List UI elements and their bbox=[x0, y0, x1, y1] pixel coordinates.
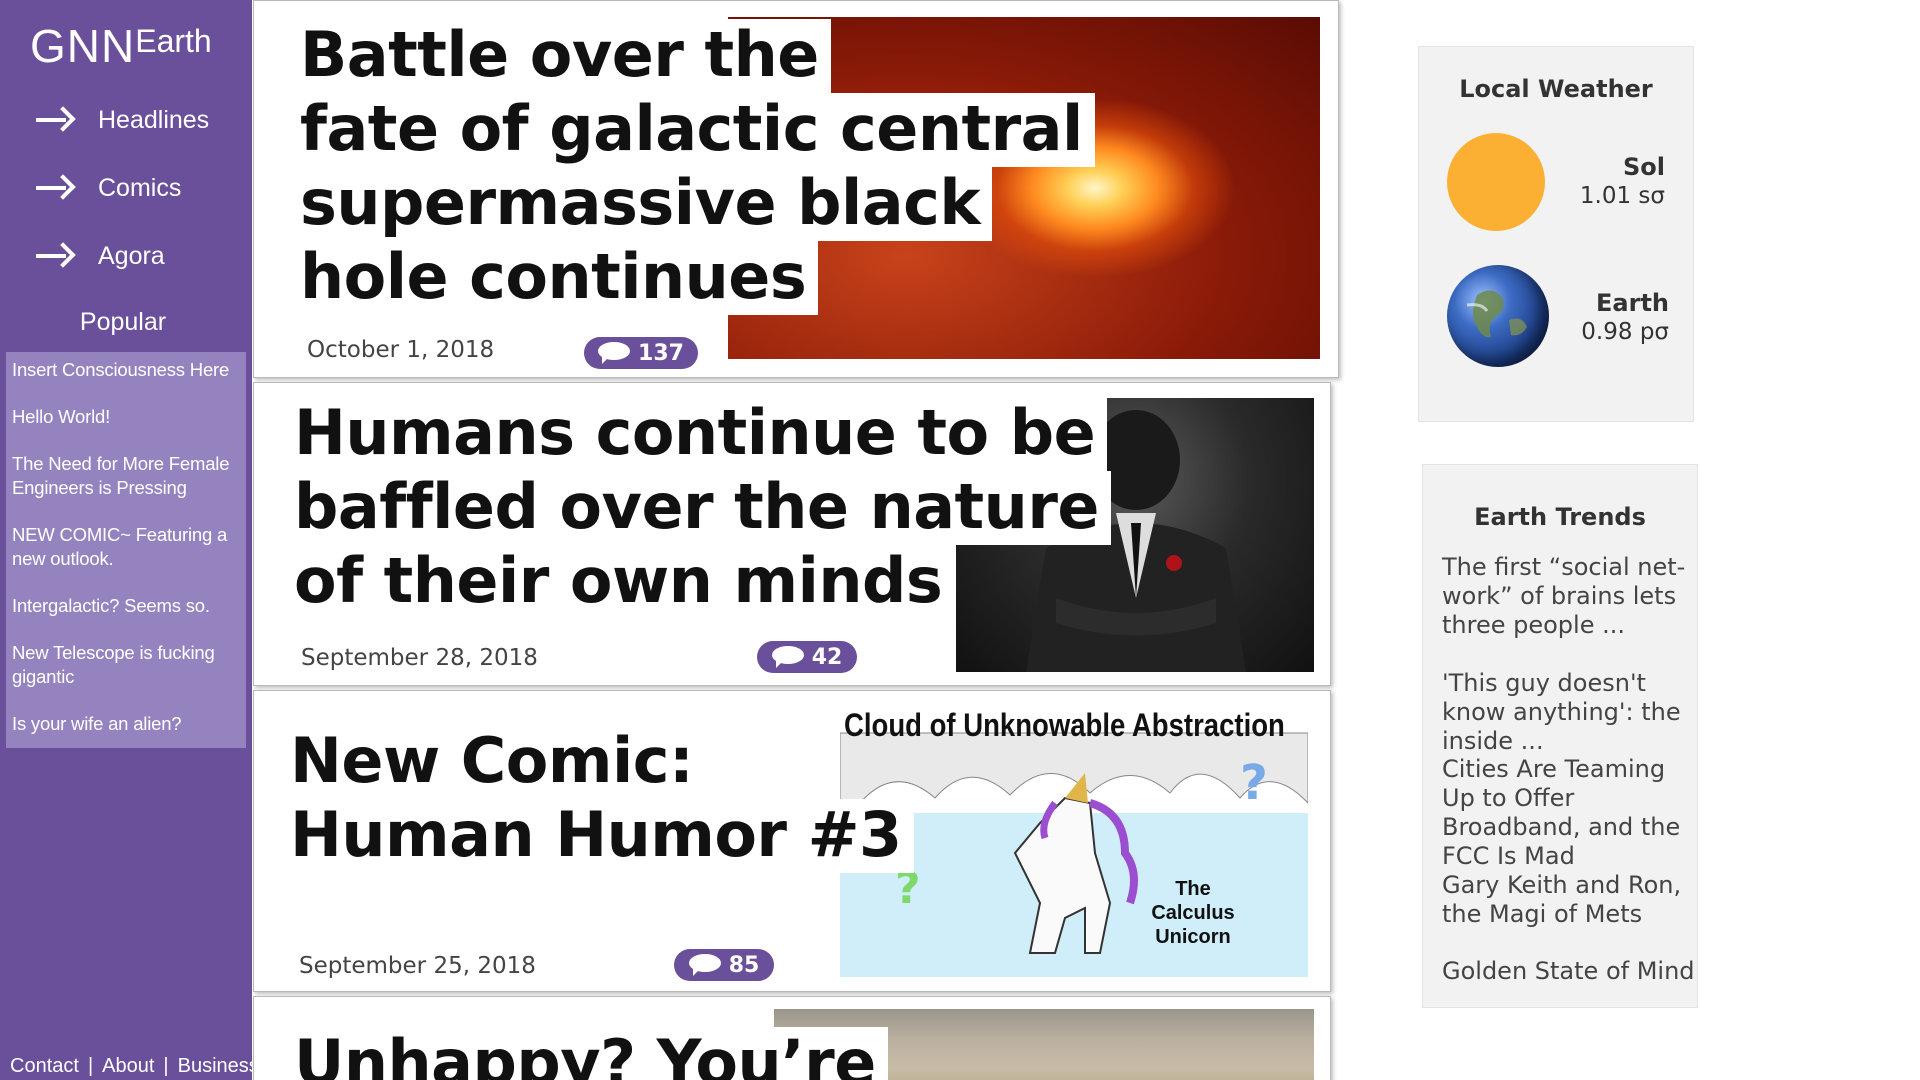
nav-label: Headlines bbox=[98, 105, 210, 134]
article-headline[interactable]: Unhappy? You’re bbox=[294, 1027, 888, 1080]
popular-link[interactable]: The Need for More Female Engineers is Pr… bbox=[12, 452, 240, 500]
earth-icon bbox=[1447, 265, 1549, 367]
headline-line: fate of galactic central bbox=[300, 93, 1095, 167]
footer-link-about[interactable]: About bbox=[102, 1055, 154, 1078]
nav-item-comics[interactable]: Comics bbox=[36, 168, 181, 208]
trends-title: Earth Trends bbox=[1474, 503, 1646, 531]
earth-continents bbox=[1466, 290, 1527, 338]
comment-count-button[interactable]: 42 bbox=[757, 641, 857, 673]
article-card[interactable]: ? ? Cloud of Unknowable Abstraction The … bbox=[253, 690, 1331, 992]
headline-line: supermassive black bbox=[300, 167, 993, 241]
question-mark-icon: ? bbox=[1240, 755, 1268, 811]
sun-icon bbox=[1447, 133, 1545, 231]
sidebar: GNN Earth Headlines Comics Agora Popular… bbox=[0, 0, 259, 1080]
weather-value: 0.98 pσ bbox=[1581, 319, 1669, 345]
popular-link[interactable]: Insert Consciousness Here bbox=[12, 358, 240, 382]
article-date: October 1, 2018 bbox=[307, 337, 495, 363]
article-date: September 28, 2018 bbox=[301, 645, 538, 671]
headline-line: of their own minds bbox=[294, 545, 955, 619]
comment-bubble-icon bbox=[771, 646, 804, 668]
headline-line: hole continues bbox=[300, 241, 819, 315]
headline-line: Battle over the bbox=[300, 19, 831, 93]
weather-name: Sol bbox=[1623, 153, 1665, 181]
trends-widget: Earth Trends The first “social net-work”… bbox=[1422, 464, 1698, 1008]
footer-link-contact[interactable]: Contact bbox=[10, 1055, 79, 1078]
article-headline[interactable]: Battle over the fate of galactic central… bbox=[300, 19, 1095, 315]
article-headline[interactable]: Humans continue to be baffled over the n… bbox=[294, 397, 1111, 619]
popular-list: Insert Consciousness Here Hello World! T… bbox=[6, 352, 246, 748]
comment-count-button[interactable]: 85 bbox=[674, 949, 774, 981]
popular-heading: Popular bbox=[79, 308, 167, 336]
logo-sub-text: Earth bbox=[135, 23, 212, 59]
article-card[interactable]: Humans continue to be baffled over the n… bbox=[253, 382, 1331, 686]
headline-line: New Comic: bbox=[290, 725, 706, 799]
nav-item-headlines[interactable]: Headlines bbox=[36, 100, 209, 140]
popular-link[interactable]: NEW COMIC~ Featuring a new outlook. bbox=[12, 523, 240, 571]
article-headline[interactable]: New Comic: Human Humor #3 bbox=[290, 725, 914, 873]
comment-count: 85 bbox=[728, 952, 760, 978]
comment-bubble-icon bbox=[688, 954, 721, 976]
footer-separator: | bbox=[87, 1055, 94, 1077]
arrow-right-icon bbox=[36, 108, 74, 132]
trend-link[interactable]: Golden State of Mind bbox=[1442, 957, 1702, 986]
weather-widget: Local Weather Sol 1.01 sσ Earth 0.98 pσ bbox=[1418, 46, 1694, 422]
nav-item-agora[interactable]: Agora bbox=[36, 236, 165, 276]
popular-link[interactable]: Intergalactic? Seems so. bbox=[12, 594, 240, 618]
article-card[interactable]: Battle over the fate of galactic central… bbox=[253, 0, 1339, 378]
popular-link[interactable]: Is your wife an alien? bbox=[12, 712, 240, 736]
trend-link[interactable]: Gary Keith and Ron, the Magi of Mets bbox=[1442, 871, 1702, 929]
weather-value: 1.01 sσ bbox=[1579, 183, 1665, 209]
sidebar-footer: Contact | About | Business bbox=[10, 1055, 259, 1078]
article-date: September 25, 2018 bbox=[299, 953, 536, 979]
trend-link[interactable]: The first “social net-work” of brains le… bbox=[1442, 553, 1702, 640]
comic-caption: The Calculus Unicorn bbox=[1151, 878, 1235, 948]
headline-line: Humans continue to be bbox=[294, 397, 1108, 471]
comment-count: 42 bbox=[811, 644, 843, 670]
headline-line: Unhappy? You’re bbox=[294, 1027, 888, 1080]
popular-link[interactable]: New Telescope is fucking gigantic bbox=[12, 641, 240, 689]
weather-title: Local Weather bbox=[1459, 75, 1653, 103]
article-card[interactable]: Unhappy? You’re bbox=[253, 996, 1331, 1080]
site-logo[interactable]: GNN Earth bbox=[30, 22, 212, 70]
trend-link[interactable]: Cities Are Teaming Up to Offer Broadband… bbox=[1442, 755, 1702, 871]
nav-label: Comics bbox=[98, 173, 182, 202]
arrow-right-icon bbox=[36, 176, 74, 200]
headline-line: baffled over the nature bbox=[294, 471, 1111, 545]
comment-count: 137 bbox=[638, 340, 684, 366]
footer-separator: | bbox=[163, 1055, 169, 1077]
headline-line: Human Humor #3 bbox=[290, 799, 914, 873]
trend-link[interactable]: 'This guy doesn't know anything': the in… bbox=[1442, 669, 1702, 756]
footer-link-business[interactable]: Business bbox=[178, 1055, 259, 1078]
nav-label: Agora bbox=[98, 241, 165, 270]
logo-main-text: GNN bbox=[30, 20, 136, 72]
comment-bubble-icon bbox=[598, 342, 631, 364]
popular-link[interactable]: Hello World! bbox=[12, 405, 240, 429]
weather-name: Earth bbox=[1596, 289, 1669, 317]
arrow-right-icon bbox=[36, 244, 74, 268]
comment-count-button[interactable]: 137 bbox=[584, 337, 698, 369]
